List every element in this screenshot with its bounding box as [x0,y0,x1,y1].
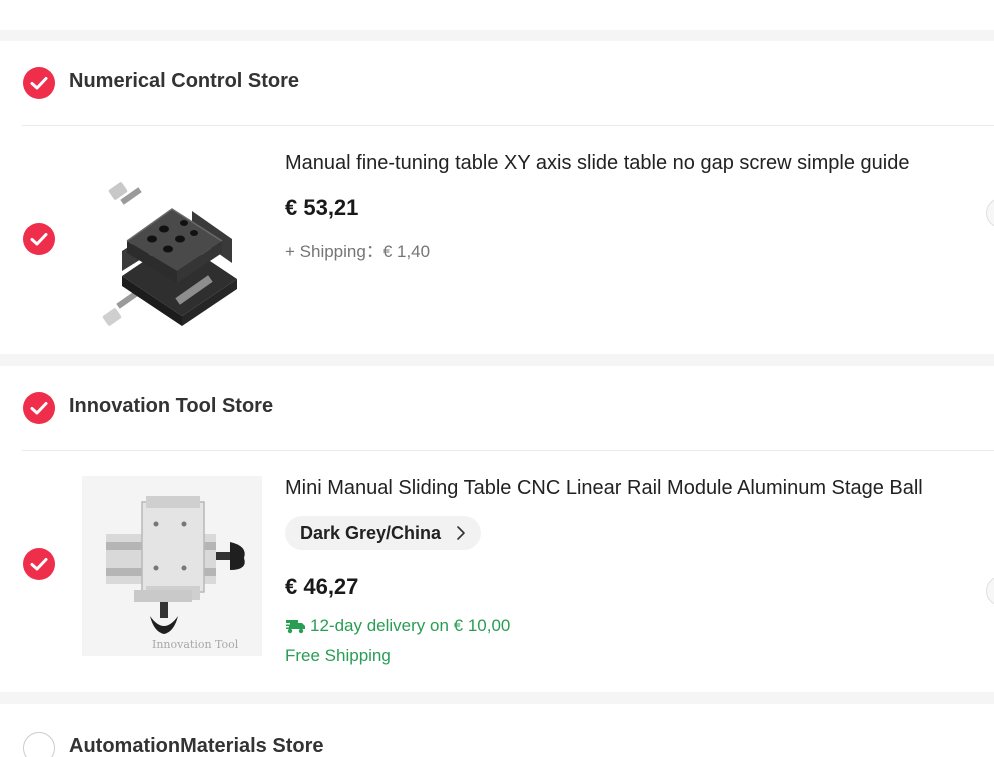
product-image[interactable] [82,151,262,331]
delivery-text: 12-day delivery on € 10,00 [310,616,511,635]
image-watermark: Innovation Tool [152,638,239,651]
delivery-info: 12-day delivery on € 10,00 [285,616,510,636]
store-select-checkbox[interactable] [23,392,55,424]
product-title[interactable]: Manual fine-tuning table XY axis slide t… [285,152,994,175]
truck-icon [285,620,305,634]
store-header: Numerical Control Store [0,41,994,125]
linear-slide-table-image: Innovation Tool [82,476,262,656]
check-icon [30,77,48,90]
quantity-control-partial[interactable] [986,198,994,228]
top-strip [0,0,994,30]
store-select-checkbox[interactable] [23,67,55,99]
product-price: € 53,21 [285,195,359,220]
variant-selector[interactable]: Dark Grey/China [285,516,482,550]
store-header: Innovation Tool Store [0,366,994,450]
shipping-cost: + Shipping：€ 1,40 [285,242,431,261]
product-price: € 46,27 [285,574,359,599]
product-title[interactable]: Mini Manual Sliding Table CNC Linear Rai… [285,477,994,500]
free-shipping-label: Free Shipping [285,646,391,665]
xy-slide-table-image [102,182,237,326]
divider [22,125,994,126]
check-icon [30,233,48,246]
store-name[interactable]: AutomationMaterials Store [69,735,323,757]
quantity-control-partial[interactable] [986,576,994,606]
variant-label: Dark Grey/China [300,523,442,543]
chevron-right-icon [457,526,465,540]
check-icon [30,558,48,571]
store-card-numerical-control: Numerical Control Store Manual fine-tuni… [0,41,994,354]
product-image[interactable]: Innovation Tool [82,476,262,656]
cart-page: Numerical Control Store Manual fine-tuni… [0,0,994,757]
check-icon [30,402,48,415]
item-select-checkbox[interactable] [23,548,55,580]
item-select-checkbox[interactable] [23,223,55,255]
store-card-automation-materials: AutomationMaterials Store [0,704,994,757]
store-name[interactable]: Innovation Tool Store [69,395,273,418]
store-card-innovation-tool: Innovation Tool Store Innovation Tool Mi… [0,366,994,692]
store-select-checkbox[interactable] [23,732,55,757]
store-name[interactable]: Numerical Control Store [69,70,299,93]
divider [22,450,994,451]
